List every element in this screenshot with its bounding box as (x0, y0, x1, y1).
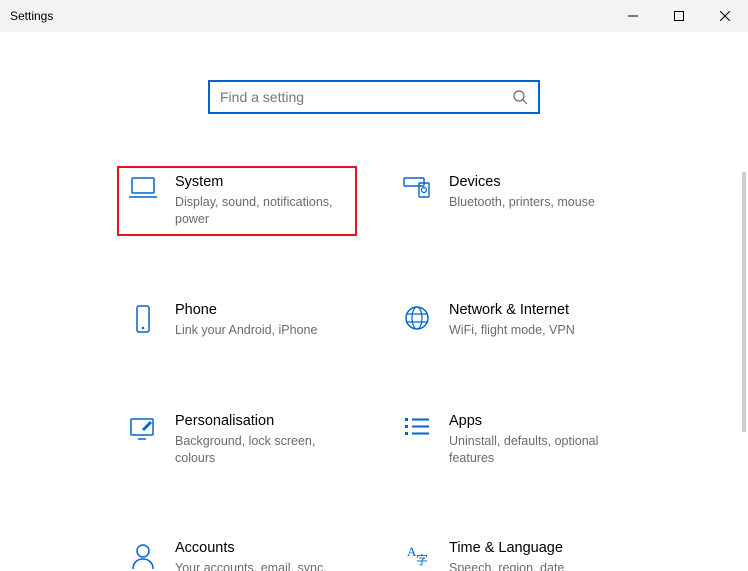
tile-desc: Your accounts, email, sync, work, family (175, 560, 349, 571)
tile-desc: Uninstall, defaults, optional features (449, 433, 623, 467)
settings-window: Settings (0, 0, 748, 571)
search-input[interactable] (220, 89, 512, 105)
tile-title: Time & Language (449, 540, 564, 556)
globe-icon (399, 304, 435, 332)
personalise-icon (125, 415, 161, 441)
tile-network[interactable]: Network & Internet WiFi, flight mode, VP… (391, 294, 631, 347)
phone-icon (125, 304, 161, 334)
search-icon (512, 89, 528, 105)
laptop-icon (125, 176, 161, 200)
titlebar: Settings (0, 0, 748, 32)
maximize-button[interactable] (656, 0, 702, 32)
minimize-button[interactable] (610, 0, 656, 32)
close-button[interactable] (702, 0, 748, 32)
tile-title: Network & Internet (449, 302, 575, 318)
svg-text:字: 字 (416, 552, 428, 567)
tile-personalisation[interactable]: Personalisation Background, lock screen,… (117, 405, 357, 475)
tile-title: Personalisation (175, 413, 349, 429)
devices-icon (399, 176, 435, 200)
tile-desc: Bluetooth, printers, mouse (449, 194, 595, 211)
tile-desc: WiFi, flight mode, VPN (449, 322, 575, 339)
tile-accounts[interactable]: Accounts Your accounts, email, sync, wor… (117, 532, 357, 571)
tile-desc: Display, sound, notifications, power (175, 194, 349, 228)
tile-desc: Background, lock screen, colours (175, 433, 349, 467)
tile-title: System (175, 174, 349, 190)
close-icon (720, 11, 730, 21)
vertical-scrollbar[interactable] (742, 172, 746, 432)
window-controls (610, 0, 748, 32)
search-box[interactable] (208, 80, 540, 114)
tile-title: Phone (175, 302, 317, 318)
tile-title: Apps (449, 413, 623, 429)
search-region (0, 80, 748, 114)
tile-phone[interactable]: Phone Link your Android, iPhone (117, 294, 357, 347)
content-area: System Display, sound, notifications, po… (0, 32, 748, 571)
maximize-icon (674, 11, 684, 21)
person-icon (125, 542, 161, 570)
window-title: Settings (10, 9, 53, 23)
tile-apps[interactable]: Apps Uninstall, defaults, optional featu… (391, 405, 631, 475)
language-icon: A字 (399, 542, 435, 568)
apps-icon (399, 415, 435, 439)
tile-title: Devices (449, 174, 595, 190)
tile-title: Accounts (175, 540, 349, 556)
settings-grid: System Display, sound, notifications, po… (0, 166, 748, 571)
tile-time-language[interactable]: A字 Time & Language Speech, region, date (391, 532, 631, 571)
minimize-icon (628, 11, 638, 21)
tile-devices[interactable]: Devices Bluetooth, printers, mouse (391, 166, 631, 236)
tile-system[interactable]: System Display, sound, notifications, po… (117, 166, 357, 236)
tile-desc: Speech, region, date (449, 560, 564, 571)
tile-desc: Link your Android, iPhone (175, 322, 317, 339)
